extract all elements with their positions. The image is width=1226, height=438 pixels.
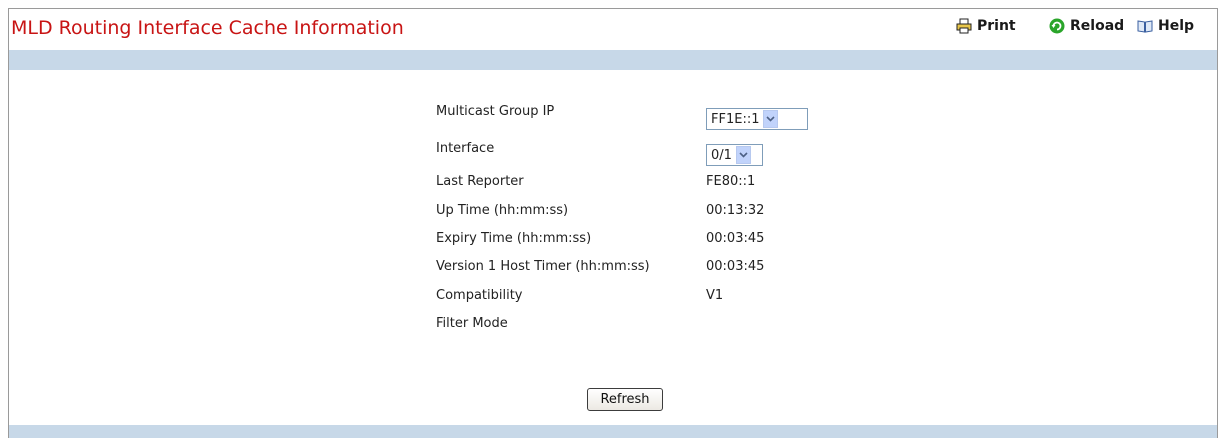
last-reporter-label: Last Reporter (436, 174, 524, 189)
content-frame (8, 8, 1218, 438)
filter-mode-label: Filter Mode (436, 316, 508, 331)
footer-band (9, 425, 1217, 438)
multicast-group-ip-select[interactable]: FF1E::1 (706, 108, 808, 130)
multicast-group-ip-label: Multicast Group IP (436, 104, 555, 119)
last-reporter-value: FE80::1 (706, 174, 756, 189)
refresh-button[interactable]: Refresh (587, 388, 663, 411)
print-label: Print (977, 18, 1016, 34)
print-button[interactable]: Print (956, 18, 1016, 34)
v1-host-timer-value: 00:03:45 (706, 259, 765, 274)
expiry-time-label: Expiry Time (hh:mm:ss) (436, 231, 592, 246)
chevron-down-icon (735, 146, 751, 164)
interface-select[interactable]: 0/1 (706, 144, 763, 166)
help-button[interactable]: Help (1137, 18, 1194, 34)
reload-label: Reload (1070, 18, 1125, 34)
reload-icon (1049, 18, 1065, 34)
v1-host-timer-label: Version 1 Host Timer (hh:mm:ss) (436, 259, 650, 274)
interface-value: 0/1 (711, 147, 732, 163)
chevron-down-icon (763, 110, 779, 128)
interface-label: Interface (436, 141, 495, 156)
help-label: Help (1158, 18, 1195, 34)
multicast-group-ip-value: FF1E::1 (711, 111, 760, 127)
reload-button[interactable]: Reload (1049, 18, 1124, 34)
compatibility-value: V1 (706, 288, 724, 303)
header-band (9, 50, 1217, 70)
up-time-label: Up Time (hh:mm:ss) (436, 203, 569, 218)
printer-icon (956, 18, 972, 34)
book-help-icon (1137, 20, 1153, 33)
compatibility-label: Compatibility (436, 288, 523, 303)
up-time-value: 00:13:32 (706, 203, 765, 218)
expiry-time-value: 00:03:45 (706, 231, 765, 246)
page-title: MLD Routing Interface Cache Information (11, 17, 404, 39)
